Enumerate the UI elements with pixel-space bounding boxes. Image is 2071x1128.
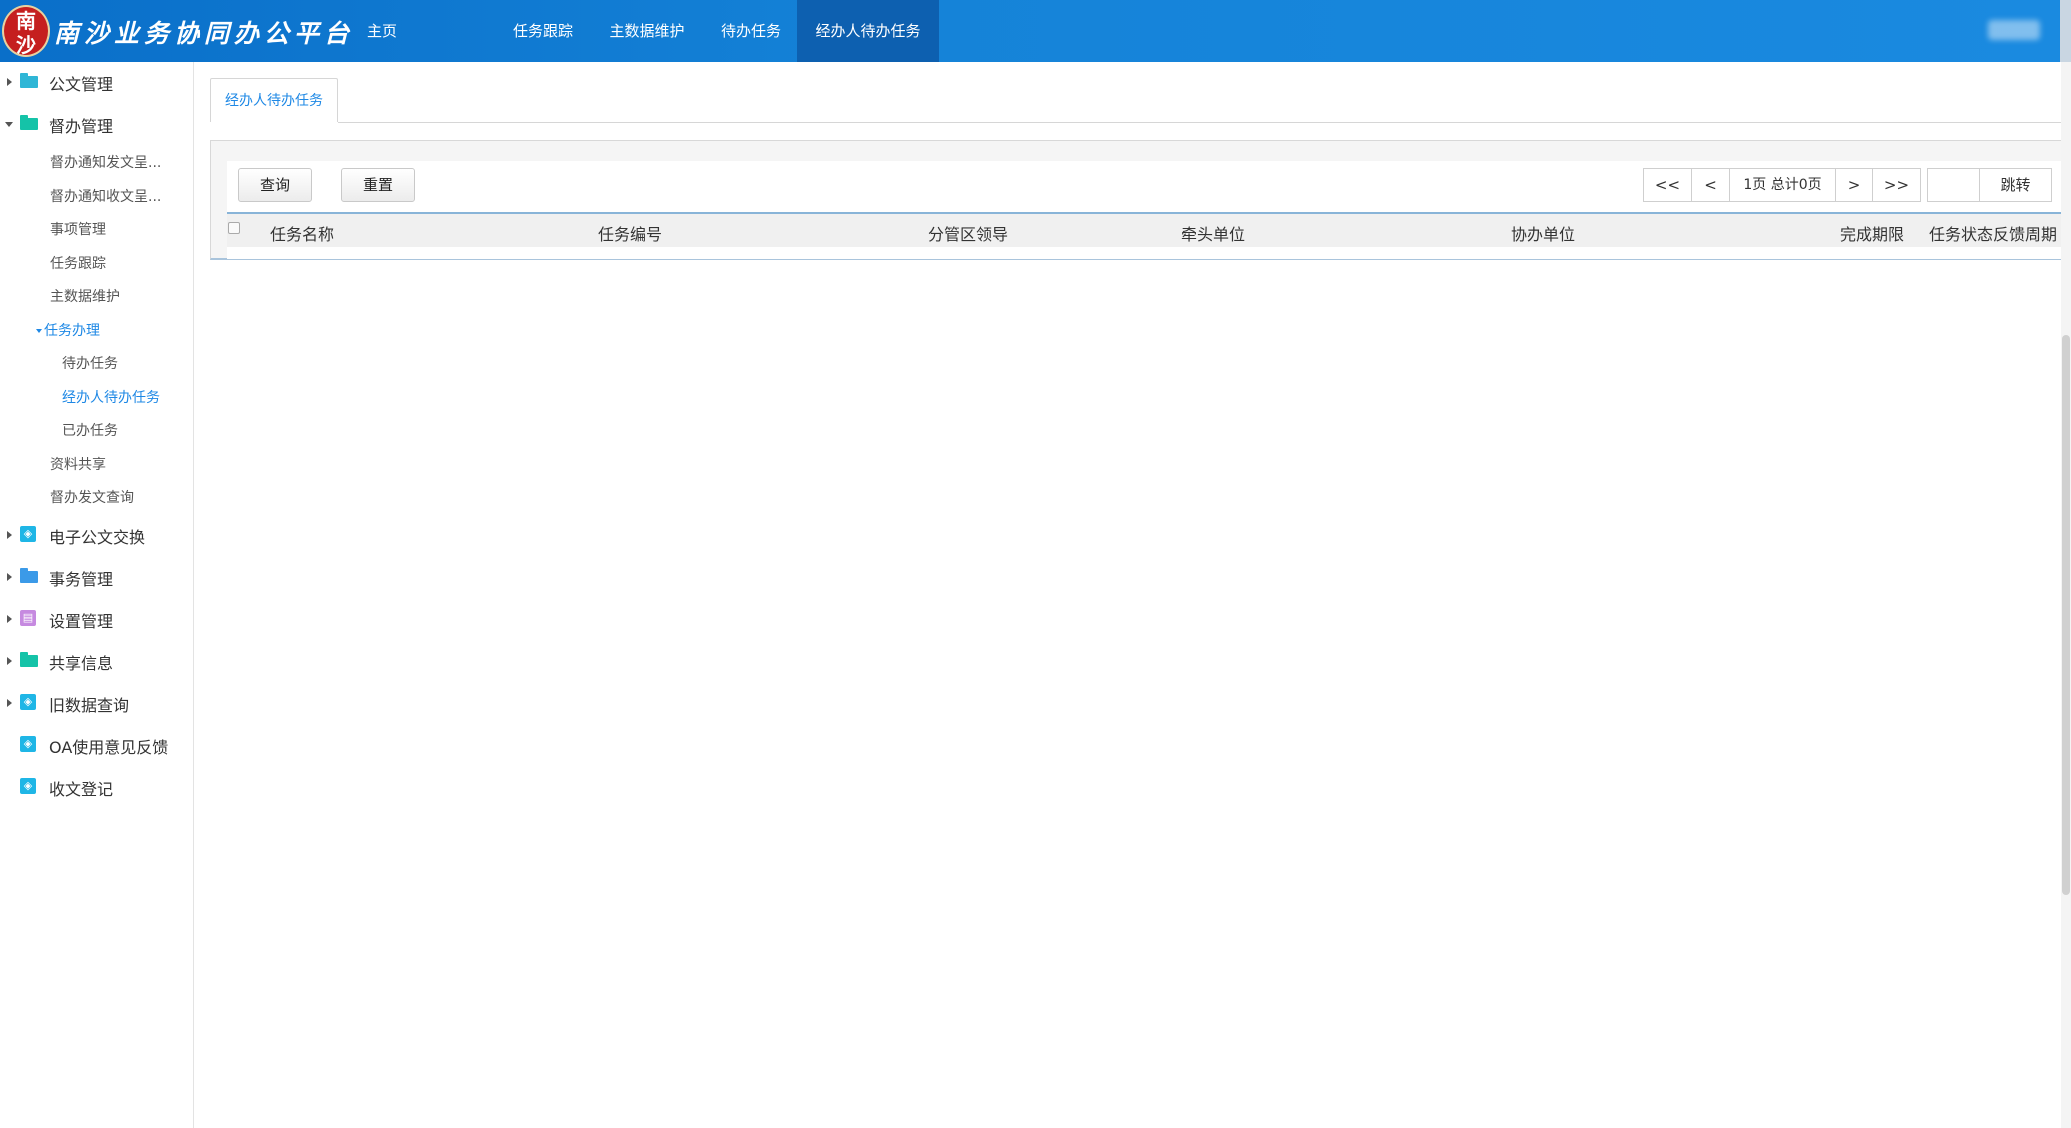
pager-first-button[interactable]: << — [1643, 168, 1692, 202]
tab-handler-todo-tasks[interactable]: 经办人待办任务 — [210, 78, 338, 122]
sidebar-item-receipt-registration[interactable]: ◈ 收文登记 — [0, 770, 193, 804]
expand-arrow-icon — [7, 78, 12, 86]
tab-divider — [338, 122, 2065, 123]
page-jump-button[interactable]: 跳转 — [1979, 168, 2052, 202]
pager-next-button[interactable]: > — [1835, 168, 1873, 202]
column-header-lead-unit[interactable]: 牵头单位 — [1181, 221, 1245, 245]
sidebar-item-label: 督办管理 — [49, 117, 114, 136]
reset-button[interactable]: 重置 — [341, 168, 415, 202]
page-jump-input[interactable] — [1927, 168, 1980, 202]
user-info[interactable] — [1988, 20, 2040, 40]
sidebar-item-document-management[interactable]: 公文管理 — [0, 65, 193, 99]
sidebar-item-old-data-query[interactable]: ◈ 旧数据查询 — [0, 686, 193, 720]
sub-item-todo-tasks[interactable]: 待办任务 — [62, 353, 118, 381]
sub-item-task-tracking[interactable]: 任务跟踪 — [50, 253, 106, 281]
folder-icon — [20, 115, 38, 130]
sidebar-item-oa-feedback[interactable]: ◈ OA使用意见反馈 — [0, 728, 193, 762]
sidebar-item-label: 旧数据查询 — [49, 696, 130, 715]
collapse-arrow-icon — [5, 122, 13, 127]
expand-arrow-icon — [7, 615, 12, 623]
collapse-arrow-icon — [36, 329, 42, 333]
table-header: 任务名称 任务编号 分管区领导 牵头单位 协办单位 完成期限 任务状态反馈周期 — [227, 212, 2063, 247]
sidebar-item-label: 设置管理 — [49, 612, 114, 631]
sub-item-master-data[interactable]: 主数据维护 — [50, 286, 120, 314]
nav-task-tracking[interactable]: 任务跟踪 — [505, 0, 581, 62]
box-icon: ◈ — [20, 778, 36, 794]
folder-icon — [20, 568, 38, 583]
sub-item-label: 任务办理 — [44, 323, 100, 339]
column-header-task-name[interactable]: 任务名称 — [270, 221, 334, 245]
sub-item-receive-notice[interactable]: 督办通知收文呈... — [50, 186, 161, 214]
sub-item-matter-management[interactable]: 事项管理 — [50, 219, 106, 247]
nav-todo-tasks[interactable]: 待办任务 — [713, 0, 789, 62]
box-icon: ◈ — [20, 694, 36, 710]
nav-master-data[interactable]: 主数据维护 — [602, 0, 692, 62]
folder-icon — [20, 652, 38, 667]
nav-handler-todo-tasks[interactable]: 经办人待办任务 — [797, 0, 939, 62]
sidebar-item-label: 收文登记 — [49, 780, 114, 799]
sub-item-dispatch-notice[interactable]: 督办通知发文呈... — [50, 152, 161, 180]
sidebar-item-label: 共享信息 — [49, 654, 114, 673]
column-header-task-number[interactable]: 任务编号 — [598, 221, 662, 245]
sidebar-item-label: 事务管理 — [49, 570, 114, 589]
top-header: 南沙 南沙业务协同办公平台 主页 任务跟踪 主数据维护 待办任务 经办人待办任务 — [0, 0, 2071, 62]
sidebar-item-e-document-exchange[interactable]: ◈ 电子公文交换 — [0, 518, 193, 552]
sidebar: 公文管理 督办管理 督办通知发文呈... 督办通知收文呈... 事项管理 任务跟… — [0, 62, 194, 1128]
scrollbar-thumb[interactable] — [2062, 335, 2070, 895]
header-scroll-edge — [2060, 0, 2071, 62]
column-header-assist-unit[interactable]: 协办单位 — [1511, 221, 1575, 245]
pager-prev-button[interactable]: < — [1691, 168, 1730, 202]
select-all-checkbox[interactable] — [228, 222, 240, 234]
pager-info: 1页 总计0页 — [1729, 168, 1836, 202]
sidebar-item-settings-management[interactable]: ▤ 设置管理 — [0, 602, 193, 636]
column-header-deadline[interactable]: 完成期限 — [1840, 221, 1904, 245]
pager-last-button[interactable]: >> — [1872, 168, 1921, 202]
platform-title: 南沙业务协同办公平台 — [54, 19, 355, 48]
expand-arrow-icon — [7, 657, 12, 665]
expand-arrow-icon — [7, 531, 12, 539]
sub-item-dispatch-query[interactable]: 督办发文查询 — [50, 487, 134, 515]
sidebar-item-shared-info[interactable]: 共享信息 — [0, 644, 193, 678]
column-header-feedback-cycle[interactable]: 任务状态反馈周期 — [1929, 221, 2057, 245]
sub-item-task-handling[interactable]: 任务办理 — [36, 320, 100, 348]
sidebar-item-label: 电子公文交换 — [49, 528, 146, 547]
logo-seal-icon: 南沙 — [2, 5, 50, 57]
folder-cloud-icon — [20, 73, 38, 88]
query-button[interactable]: 查询 — [238, 168, 312, 202]
nav-home[interactable]: 主页 — [356, 0, 408, 62]
box-icon: ◈ — [20, 526, 36, 542]
sub-item-data-sharing[interactable]: 资料共享 — [50, 454, 106, 482]
sidebar-item-label: 公文管理 — [49, 75, 114, 94]
expand-arrow-icon — [7, 699, 12, 707]
sidebar-item-label: OA使用意见反馈 — [49, 738, 169, 757]
settings-box-icon: ▤ — [20, 610, 36, 626]
box-icon: ◈ — [20, 736, 36, 752]
sidebar-item-affairs-management[interactable]: 事务管理 — [0, 560, 193, 594]
expand-arrow-icon — [7, 573, 12, 581]
sidebar-item-supervision-management[interactable]: 督办管理 — [0, 107, 193, 141]
sub-item-handler-todo-tasks[interactable]: 经办人待办任务 — [62, 387, 160, 415]
sub-item-done-tasks[interactable]: 已办任务 — [62, 420, 118, 448]
column-header-district-leader[interactable]: 分管区领导 — [928, 221, 1008, 245]
